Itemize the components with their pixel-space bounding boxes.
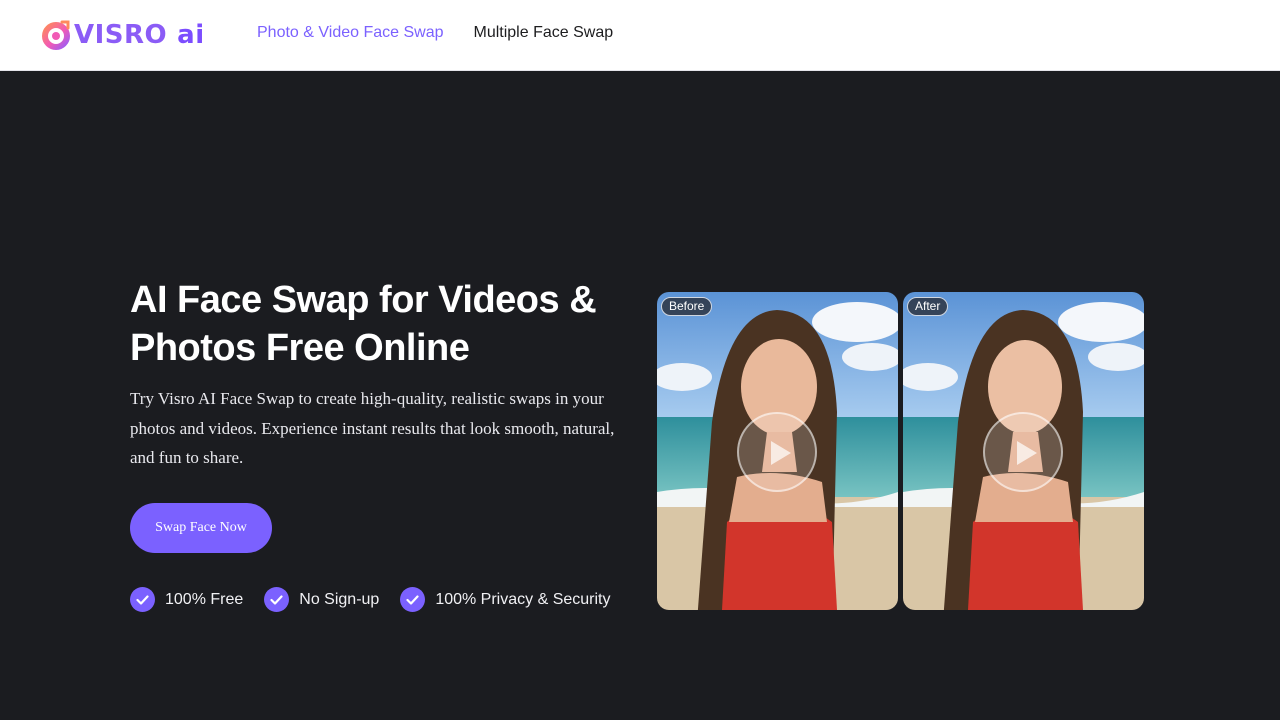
feature-privacy: 100% Privacy & Security xyxy=(400,587,611,612)
play-button[interactable] xyxy=(737,412,817,492)
feature-list: 100% Free No Sign-up 100% Privacy & Secu… xyxy=(130,587,632,612)
feature-free: 100% Free xyxy=(130,587,243,612)
feature-label: No Sign-up xyxy=(299,590,380,608)
top-navigation-bar: VISRO ai Photo & Video Face Swap Multiple… xyxy=(0,0,1280,71)
hero-title: AI Face Swap for Videos & Photos Free On… xyxy=(130,279,597,369)
check-icon xyxy=(130,587,155,612)
logo-icon xyxy=(42,20,70,50)
before-preview-card: Before xyxy=(657,292,898,610)
feature-label: 100% Free xyxy=(165,590,244,608)
swap-face-now-button[interactable]: Swap Face Now xyxy=(130,503,272,553)
feature-label: 100% Privacy & Security xyxy=(435,590,611,608)
check-icon xyxy=(264,587,290,612)
before-label: Before xyxy=(661,297,713,316)
play-button[interactable] xyxy=(983,412,1063,492)
nav-multiple-face-swap[interactable]: Multiple Face Swap xyxy=(474,22,614,44)
logo-wordmark: VISRO ai xyxy=(74,20,205,50)
after-label: After xyxy=(907,297,949,316)
check-icon xyxy=(400,587,426,612)
play-icon xyxy=(771,441,791,465)
nav-photo-video-face-swap[interactable]: Photo & Video Face Swap xyxy=(257,22,444,44)
hero-description: Try Visro AI Face Swap to create high-qu… xyxy=(130,389,615,467)
visro-ai-logo[interactable]: VISRO ai xyxy=(40,18,205,52)
after-preview-card: After xyxy=(903,292,1144,610)
main-nav: Photo & Video Face Swap Multiple Face Sw… xyxy=(257,22,613,44)
feature-no-signup: No Sign-up xyxy=(264,587,379,612)
play-icon xyxy=(1017,441,1037,465)
